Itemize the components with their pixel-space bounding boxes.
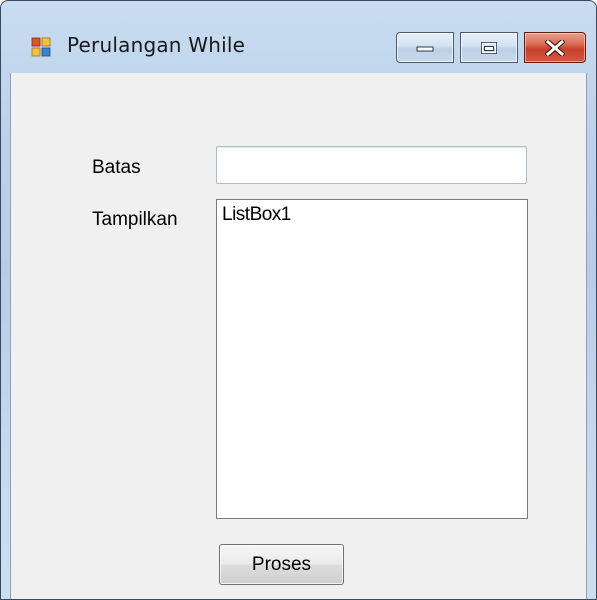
proses-button[interactable]: Proses xyxy=(219,544,344,585)
batas-input[interactable] xyxy=(216,146,527,184)
close-icon xyxy=(545,39,565,56)
tampilkan-listbox[interactable]: ListBox1 xyxy=(216,199,528,519)
app-window: Perulangan While Batas Tampilkan ListBox… xyxy=(0,0,597,600)
tampilkan-label: Tampilkan xyxy=(92,209,178,230)
batas-label: Batas xyxy=(92,157,141,178)
app-icon xyxy=(31,37,51,57)
minimize-button[interactable] xyxy=(396,32,454,63)
maximize-button[interactable] xyxy=(460,32,518,63)
title-bar[interactable]: Perulangan While xyxy=(1,1,596,73)
minimize-icon xyxy=(416,46,434,51)
maximize-icon xyxy=(481,41,497,54)
close-button[interactable] xyxy=(524,32,586,63)
list-item[interactable]: ListBox1 xyxy=(222,204,522,226)
window-title: Perulangan While xyxy=(67,33,246,57)
client-area: Batas Tampilkan ListBox1 Proses xyxy=(10,73,587,599)
